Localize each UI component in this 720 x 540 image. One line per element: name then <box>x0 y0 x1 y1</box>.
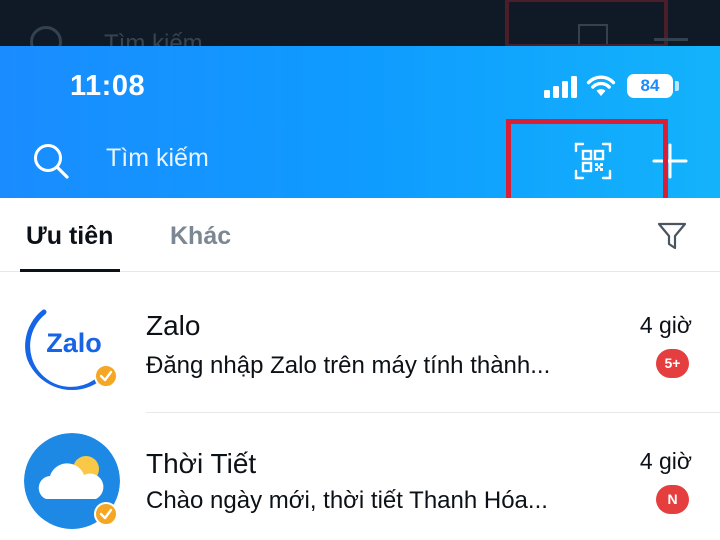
conversation-preview: Đăng nhập Zalo trên máy tính thành... <box>146 352 551 379</box>
unread-badge: 5+ <box>656 349 689 378</box>
tab-other[interactable]: Khác <box>170 222 231 251</box>
ghost-plus-icon <box>654 38 688 41</box>
background-screenshot-strip: Tìm kiếm <box>0 0 720 46</box>
conversation-name: Zalo <box>146 310 201 341</box>
conversation-time: 4 giờ <box>639 448 692 474</box>
conversation-preview: Chào ngày mới, thời tiết Thanh Hóa... <box>146 487 548 514</box>
list-item[interactable]: Thời Tiết Chào ngày mới, thời tiết Thanh… <box>0 412 720 540</box>
verified-badge-icon <box>94 502 118 526</box>
search-icon[interactable] <box>32 142 70 180</box>
conversation-tabs: Ưu tiên Khác <box>0 198 720 272</box>
conversation-time: 4 giờ <box>639 312 692 338</box>
battery-cap <box>675 81 679 91</box>
avatar-logo-text: Zalo <box>46 328 102 358</box>
ghost-search-icon <box>30 26 62 46</box>
ghost-search-text: Tìm kiếm <box>104 30 203 46</box>
unread-badge: N <box>656 485 689 514</box>
wifi-icon <box>586 75 616 96</box>
ghost-qr-icon <box>578 24 608 44</box>
list-divider <box>146 412 720 413</box>
cellular-signal-icon <box>544 76 578 98</box>
battery-icon: 84 <box>627 74 673 98</box>
tab-priority[interactable]: Ưu tiên <box>26 222 113 251</box>
filter-icon[interactable] <box>656 220 688 252</box>
battery-level: 84 <box>640 76 660 95</box>
search-input[interactable]: Tìm kiếm <box>106 144 209 173</box>
status-time: 11:08 <box>70 70 146 102</box>
conversation-name: Thời Tiết <box>146 448 257 479</box>
list-item[interactable]: Zalo Zalo Đăng nhập Zalo trên máy tính t… <box>0 274 720 412</box>
active-tab-underline <box>20 269 120 272</box>
verified-badge-icon <box>94 364 118 388</box>
